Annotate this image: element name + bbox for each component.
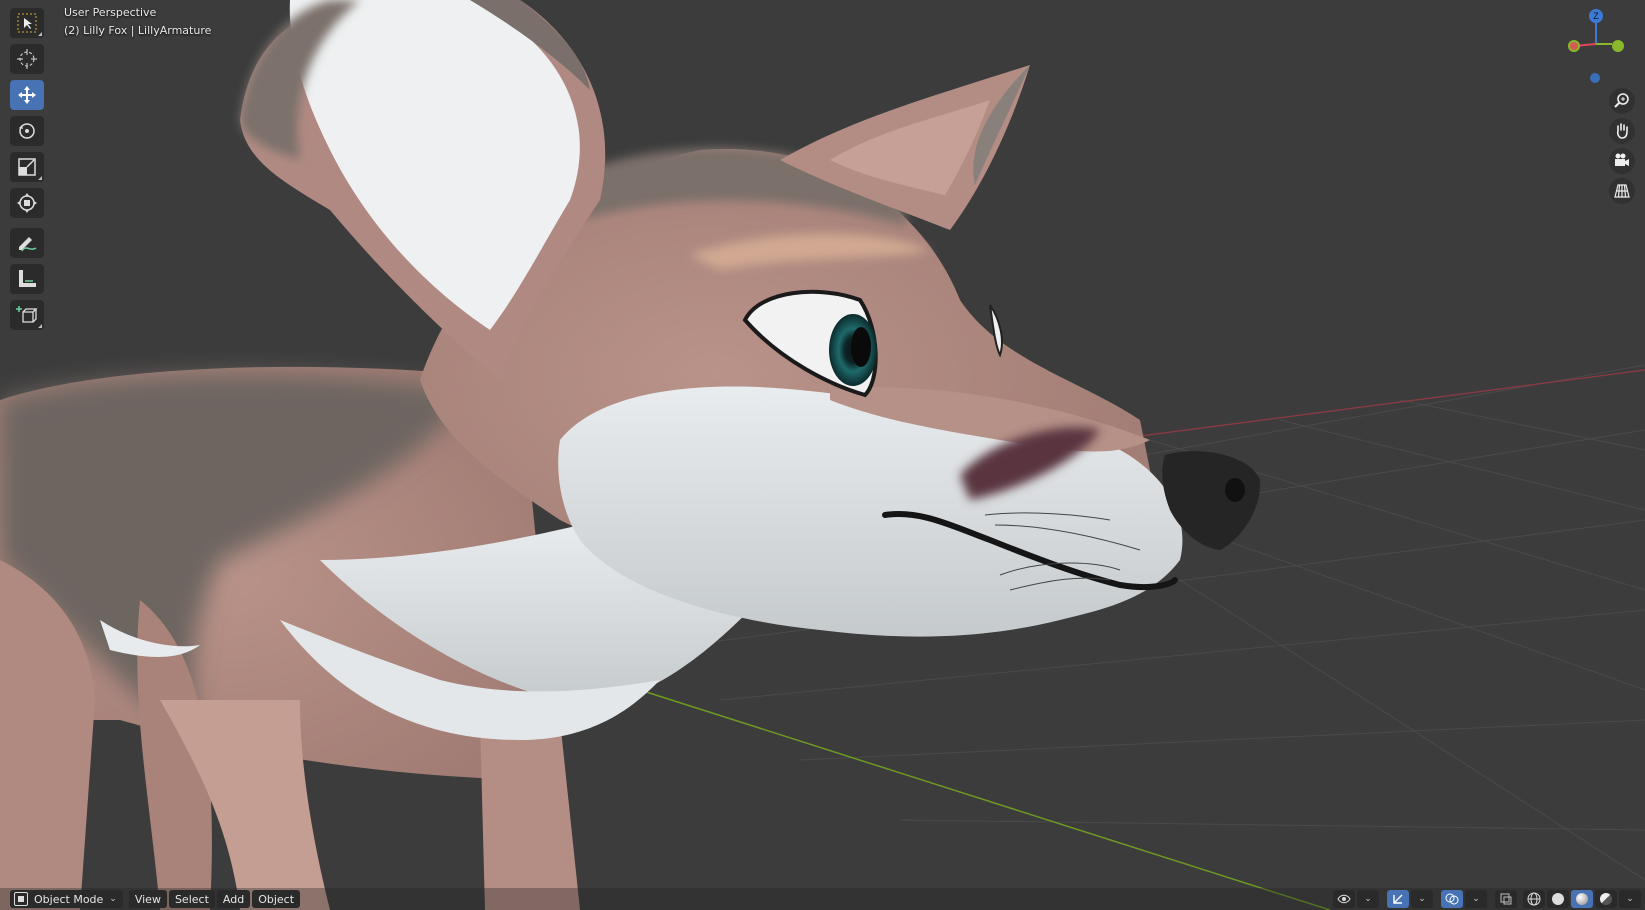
add-cube-icon [16, 306, 38, 323]
zoom-icon [1614, 93, 1629, 108]
visibility-button[interactable] [1333, 890, 1355, 908]
move-icon [18, 86, 36, 104]
chevron-down-icon: ⌄ [1626, 894, 1634, 904]
move-tool[interactable] [10, 80, 44, 110]
scale-tool[interactable] [10, 152, 44, 182]
solid-shading-button[interactable] [1547, 890, 1569, 908]
chevron-down-icon: ⌄ [1364, 894, 1372, 904]
fox-model-render[interactable] [0, 0, 1645, 910]
viewport-header: Object Mode ⌄ View Select Add Object ⌄ ⌄… [0, 888, 1645, 910]
transform-tool[interactable] [10, 188, 44, 218]
add-menu[interactable]: Add [216, 890, 251, 908]
select-box-tool[interactable] [10, 8, 44, 38]
mode-label: Object Mode [34, 892, 104, 906]
gizmo-icon [1393, 894, 1403, 904]
rotate-icon [19, 123, 35, 139]
annotate-tool[interactable] [10, 228, 44, 258]
solid-sphere-icon [1552, 893, 1564, 905]
navigation-gizmo[interactable]: Z [1562, 8, 1638, 88]
material-preview-button[interactable] [1571, 890, 1593, 908]
overlay-dropdown[interactable]: ⌄ [1465, 890, 1487, 908]
pan-button[interactable] [1609, 118, 1635, 144]
wireframe-shading-button[interactable] [1523, 890, 1545, 908]
scale-icon [18, 158, 36, 176]
gizmo-toggle-button[interactable] [1387, 890, 1409, 908]
view-menu[interactable]: View [128, 890, 167, 908]
chevron-down-icon: ⌄ [1472, 894, 1480, 904]
camera-icon [1615, 153, 1629, 166]
gizmo-dropdown[interactable]: ⌄ [1411, 890, 1433, 908]
ruler-icon [19, 270, 36, 287]
xray-toggle-button[interactable] [1495, 890, 1517, 908]
cursor-icon [17, 49, 37, 69]
camera-view-button[interactable] [1609, 148, 1635, 174]
select-menu[interactable]: Select [168, 890, 215, 908]
eye-icon [1337, 894, 1351, 904]
y-axis-line [639, 689, 1331, 910]
rendered-sphere-icon [1600, 893, 1612, 905]
overlay-toggle-button[interactable] [1441, 890, 1463, 908]
chevron-down-icon: ⌄ [1418, 894, 1426, 904]
overlay-icon [1445, 893, 1459, 905]
active-object-label: (2) Lilly Fox | LillyArmature [64, 24, 212, 37]
select-box-icon [17, 13, 37, 33]
chevron-down-icon: ⌄ [109, 894, 117, 904]
object-menu[interactable]: Object [252, 890, 301, 908]
material-sphere-icon [1576, 893, 1588, 905]
pencil-icon [19, 237, 37, 252]
z-axis-label: Z [1593, 11, 1599, 21]
perspective-toggle-button[interactable] [1609, 178, 1635, 204]
object-mode-icon [14, 892, 28, 906]
mode-selector[interactable]: Object Mode ⌄ [10, 890, 123, 908]
x-axis-line [1109, 369, 1645, 441]
wireframe-sphere-icon [1527, 892, 1541, 906]
transform-icon [17, 193, 37, 213]
grid-icon [1614, 184, 1630, 198]
rendered-shading-button[interactable] [1595, 890, 1617, 908]
hand-icon [1616, 123, 1628, 139]
visibility-dropdown[interactable]: ⌄ [1357, 890, 1379, 908]
measure-tool[interactable] [10, 264, 44, 294]
view-name-label: User Perspective [64, 6, 157, 19]
zoom-button[interactable] [1609, 88, 1635, 114]
viewport-shading-controls: ⌄ ⌄ ⌄ ⌄ [1331, 890, 1641, 908]
cursor-tool[interactable] [10, 44, 44, 74]
xray-icon [1500, 893, 1512, 905]
shading-dropdown[interactable]: ⌄ [1619, 890, 1641, 908]
add-cube-tool[interactable] [10, 300, 44, 330]
3d-viewport[interactable]: User Perspective (2) Lilly Fox | LillyAr… [0, 0, 1645, 910]
rotate-tool[interactable] [10, 116, 44, 146]
